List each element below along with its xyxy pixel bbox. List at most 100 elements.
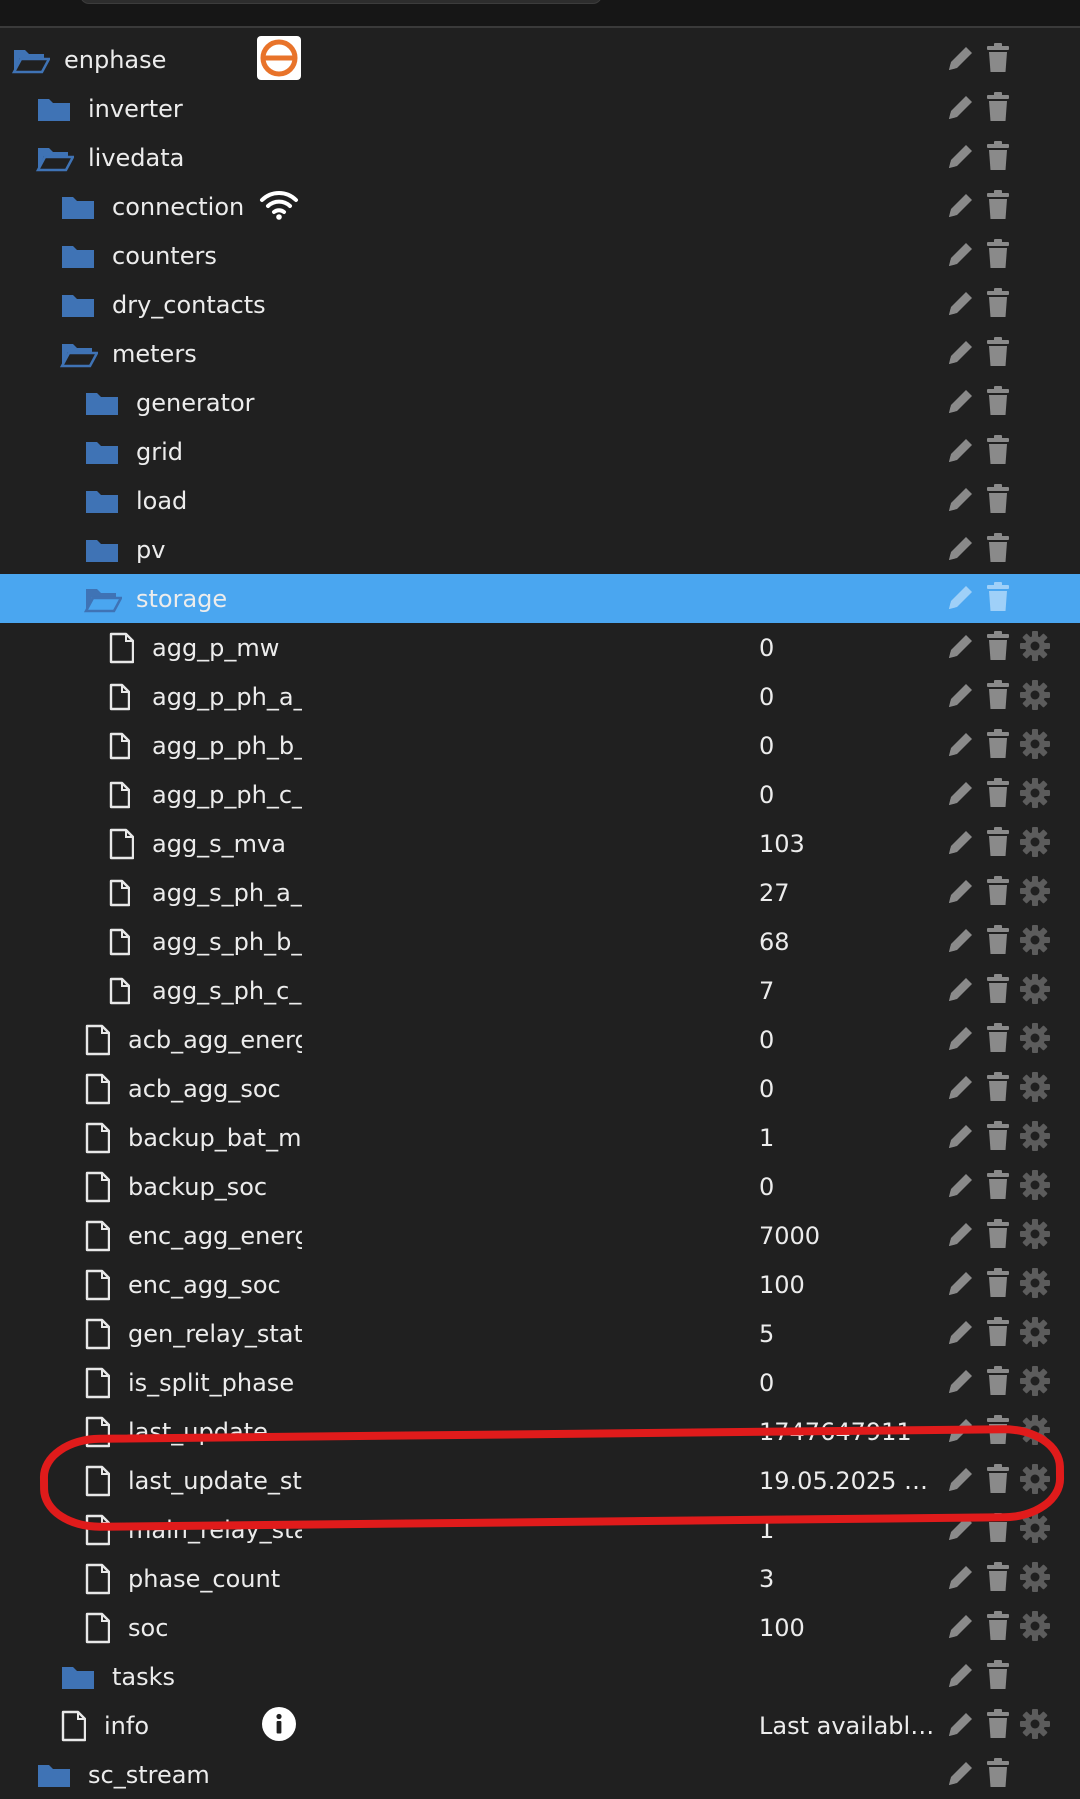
settings-gear-icon[interactable] (1019, 777, 1051, 813)
settings-gear-icon[interactable] (1019, 1218, 1051, 1254)
settings-gear-icon[interactable] (1019, 630, 1051, 666)
edit-pencil-icon[interactable] (946, 43, 976, 77)
delete-trash-icon[interactable] (985, 777, 1011, 813)
edit-pencil-icon[interactable] (946, 1170, 976, 1204)
delete-trash-icon[interactable] (985, 973, 1011, 1009)
edit-pencil-icon[interactable] (946, 1562, 976, 1596)
edit-pencil-icon[interactable] (946, 1072, 976, 1106)
tree-state-gen-relay-state[interactable]: gen_relay_state 5 (0, 1309, 1080, 1358)
edit-pencil-icon[interactable] (946, 92, 976, 126)
tree-state-agg-p-ph-b-m[interactable]: agg_p_ph_b_m 0 (0, 721, 1080, 770)
tree-folder-generator[interactable]: generator (0, 378, 1080, 427)
delete-trash-icon[interactable] (985, 1561, 1011, 1597)
tree-state-last-update[interactable]: last_update 1747647911 (0, 1407, 1080, 1456)
delete-trash-icon[interactable] (985, 1267, 1011, 1303)
edit-pencil-icon[interactable] (946, 484, 976, 518)
tree-state-enc-agg-soc[interactable]: enc_agg_soc 100 (0, 1260, 1080, 1309)
edit-pencil-icon[interactable] (946, 1709, 976, 1743)
edit-pencil-icon[interactable] (946, 1023, 976, 1057)
tree-state-agg-p-ph-a-m[interactable]: agg_p_ph_a_m 0 (0, 672, 1080, 721)
delete-trash-icon[interactable] (985, 1316, 1011, 1352)
edit-pencil-icon[interactable] (946, 680, 976, 714)
delete-trash-icon[interactable] (985, 1757, 1011, 1793)
edit-pencil-icon[interactable] (946, 141, 976, 175)
delete-trash-icon[interactable] (985, 1218, 1011, 1254)
settings-gear-icon[interactable] (1019, 826, 1051, 862)
edit-pencil-icon[interactable] (946, 1268, 976, 1302)
delete-trash-icon[interactable] (985, 924, 1011, 960)
delete-trash-icon[interactable] (985, 140, 1011, 176)
edit-pencil-icon[interactable] (946, 1513, 976, 1547)
edit-pencil-icon[interactable] (946, 239, 976, 273)
settings-gear-icon[interactable] (1019, 1561, 1051, 1597)
tree-state-acb-agg-soc[interactable]: acb_agg_soc 0 (0, 1064, 1080, 1113)
tree-state-agg-s-ph-c-m[interactable]: agg_s_ph_c_m 7 (0, 966, 1080, 1015)
delete-trash-icon[interactable] (985, 434, 1011, 470)
tree-folder-livedata[interactable]: livedata (0, 133, 1080, 182)
settings-gear-icon[interactable] (1019, 1316, 1051, 1352)
tree-folder-counters[interactable]: counters (0, 231, 1080, 280)
delete-trash-icon[interactable] (985, 826, 1011, 862)
delete-trash-icon[interactable] (985, 385, 1011, 421)
settings-gear-icon[interactable] (1019, 679, 1051, 715)
tree-folder-load[interactable]: load (0, 476, 1080, 525)
search-bar-edge[interactable] (80, 0, 602, 4)
tree-state-info[interactable]: info Last available … (0, 1701, 1080, 1750)
edit-pencil-icon[interactable] (946, 337, 976, 371)
tree-state-phase-count[interactable]: phase_count 3 (0, 1554, 1080, 1603)
edit-pencil-icon[interactable] (946, 582, 976, 616)
delete-trash-icon[interactable] (985, 1414, 1011, 1450)
tree-folder-inverter[interactable]: inverter (0, 84, 1080, 133)
delete-trash-icon[interactable] (985, 483, 1011, 519)
edit-pencil-icon[interactable] (946, 288, 976, 322)
tree-state-soc[interactable]: soc 100 (0, 1603, 1080, 1652)
tree-folder-sc-stream[interactable]: sc_stream (0, 1750, 1080, 1799)
tree-state-last-update-str[interactable]: last_update_str 19.05.2025 11… (0, 1456, 1080, 1505)
tree-state-agg-s-ph-b-m[interactable]: agg_s_ph_b_m 68 (0, 917, 1080, 966)
tree-state-agg-p-mw[interactable]: agg_p_mw 0 (0, 623, 1080, 672)
settings-gear-icon[interactable] (1019, 924, 1051, 960)
edit-pencil-icon[interactable] (946, 435, 976, 469)
delete-trash-icon[interactable] (985, 336, 1011, 372)
settings-gear-icon[interactable] (1019, 1022, 1051, 1058)
settings-gear-icon[interactable] (1019, 1414, 1051, 1450)
edit-pencil-icon[interactable] (946, 729, 976, 763)
tree-folder-storage[interactable]: storage (0, 574, 1080, 623)
tree-state-backup-bat-mo[interactable]: backup_bat_mo 1 (0, 1113, 1080, 1162)
edit-pencil-icon[interactable] (946, 631, 976, 665)
tree-state-is-split-phase[interactable]: is_split_phase 0 (0, 1358, 1080, 1407)
tree-folder-tasks[interactable]: tasks (0, 1652, 1080, 1701)
edit-pencil-icon[interactable] (946, 1660, 976, 1694)
tree-state-enc-agg-energy[interactable]: enc_agg_energy 7000 (0, 1211, 1080, 1260)
edit-pencil-icon[interactable] (946, 533, 976, 567)
delete-trash-icon[interactable] (985, 581, 1011, 617)
settings-gear-icon[interactable] (1019, 1463, 1051, 1499)
delete-trash-icon[interactable] (985, 238, 1011, 274)
tree-state-acb-agg-energy[interactable]: acb_agg_energy 0 (0, 1015, 1080, 1064)
tree-folder-enphase[interactable]: enphase (0, 35, 1080, 84)
delete-trash-icon[interactable] (985, 679, 1011, 715)
settings-gear-icon[interactable] (1019, 973, 1051, 1009)
edit-pencil-icon[interactable] (946, 1415, 976, 1449)
tree-folder-grid[interactable]: grid (0, 427, 1080, 476)
delete-trash-icon[interactable] (985, 1512, 1011, 1548)
settings-gear-icon[interactable] (1019, 1120, 1051, 1156)
delete-trash-icon[interactable] (985, 1169, 1011, 1205)
tree-state-agg-s-ph-a-m[interactable]: agg_s_ph_a_m 27 (0, 868, 1080, 917)
settings-gear-icon[interactable] (1019, 1610, 1051, 1646)
tree-folder-meters[interactable]: meters (0, 329, 1080, 378)
settings-gear-icon[interactable] (1019, 728, 1051, 764)
delete-trash-icon[interactable] (985, 1022, 1011, 1058)
tree-state-backup-soc[interactable]: backup_soc 0 (0, 1162, 1080, 1211)
tree-state-agg-s-mva[interactable]: agg_s_mva 103 (0, 819, 1080, 868)
tree-folder-connection[interactable]: connection (0, 182, 1080, 231)
tree-state-main-relay-stat[interactable]: main_relay_stat 1 (0, 1505, 1080, 1554)
tree-state-agg-p-ph-c-m[interactable]: agg_p_ph_c_m 0 (0, 770, 1080, 819)
edit-pencil-icon[interactable] (946, 778, 976, 812)
edit-pencil-icon[interactable] (946, 974, 976, 1008)
settings-gear-icon[interactable] (1019, 1267, 1051, 1303)
info-icon[interactable] (261, 1706, 297, 1746)
edit-pencil-icon[interactable] (946, 827, 976, 861)
edit-pencil-icon[interactable] (946, 1219, 976, 1253)
delete-trash-icon[interactable] (985, 1463, 1011, 1499)
